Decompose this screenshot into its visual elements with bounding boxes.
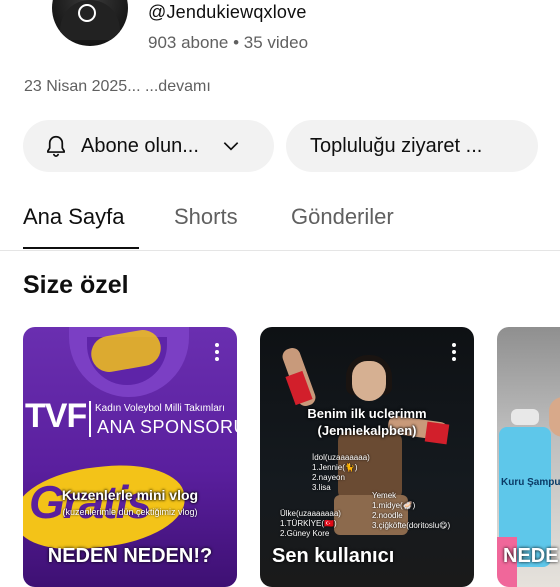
channel-stats: 903 abone • 35 video	[148, 33, 309, 52]
short-1-brand: TVF	[25, 397, 87, 435]
short-card-2[interactable]: Benim ilk uclerimm (Jenniekalpben) İdol(…	[260, 327, 474, 587]
short-1-small-line: Kadın Voleybol Milli Takımları	[95, 403, 225, 414]
channel-avatar[interactable]	[52, 0, 128, 46]
section-title: Size özel	[23, 271, 129, 299]
short-card-3[interactable]: Kuru Şampuan NEDE	[497, 327, 560, 587]
short-2-title: Sen kullanıcı	[272, 545, 395, 567]
more-vert-icon[interactable]	[213, 341, 221, 363]
tab-shorts[interactable]: Shorts	[174, 204, 238, 230]
short-2-list-idol: İdol(uzaaaaaaa) 1.Jennie(🐈) 2.nayeon 3.l…	[312, 453, 370, 492]
more-vert-icon[interactable]	[450, 341, 458, 363]
tabs-divider	[0, 250, 560, 251]
short-card-1[interactable]: TVF Kadın Voleybol Milli Takımları ANA S…	[23, 327, 237, 587]
channel-handle: @Jendukiewqxlove	[148, 2, 307, 22]
subscribe-button[interactable]: Abone olun...	[23, 120, 274, 172]
short-1-overlay-sub: (kuzenlerimle dün çektiğimiz vlog)	[62, 507, 198, 517]
short-1-sponsor-line: ANA SPONSORU	[97, 417, 237, 437]
short-2-overlay-title: Benim ilk uclerimm (Jenniekalpben)	[307, 406, 427, 438]
subscribe-label: Abone olun...	[81, 134, 199, 157]
short-1-title: NEDEN NEDEN!?	[47, 545, 213, 567]
channel-description[interactable]: 23 Nisan 2025... ...devamı	[24, 78, 211, 96]
visit-community-label: Topluluğu ziyaret ...	[310, 134, 483, 157]
short-1-overlay-title: Kuzenlerle mini vlog	[61, 487, 199, 503]
short-3-title: NEDE	[503, 545, 559, 567]
chevron-down-icon	[223, 142, 239, 151]
short-2-list-food: Yemek 1.midye(🦪) 2.noodle 3.çiğköfte(dor…	[372, 491, 451, 530]
short-3-product-label: Kuru Şampuan	[501, 477, 560, 488]
tab-home[interactable]: Ana Sayfa	[23, 204, 125, 230]
tab-posts[interactable]: Gönderiler	[291, 204, 394, 230]
short-2-list-country: Ülke(uzaaaaaaa) 1.TÜRKİYE(🇹🇷) 2.Güney Ko…	[280, 509, 341, 538]
bell-icon	[47, 135, 65, 157]
active-tab-indicator	[23, 247, 139, 249]
visit-community-button[interactable]: Topluluğu ziyaret ...	[286, 120, 538, 172]
